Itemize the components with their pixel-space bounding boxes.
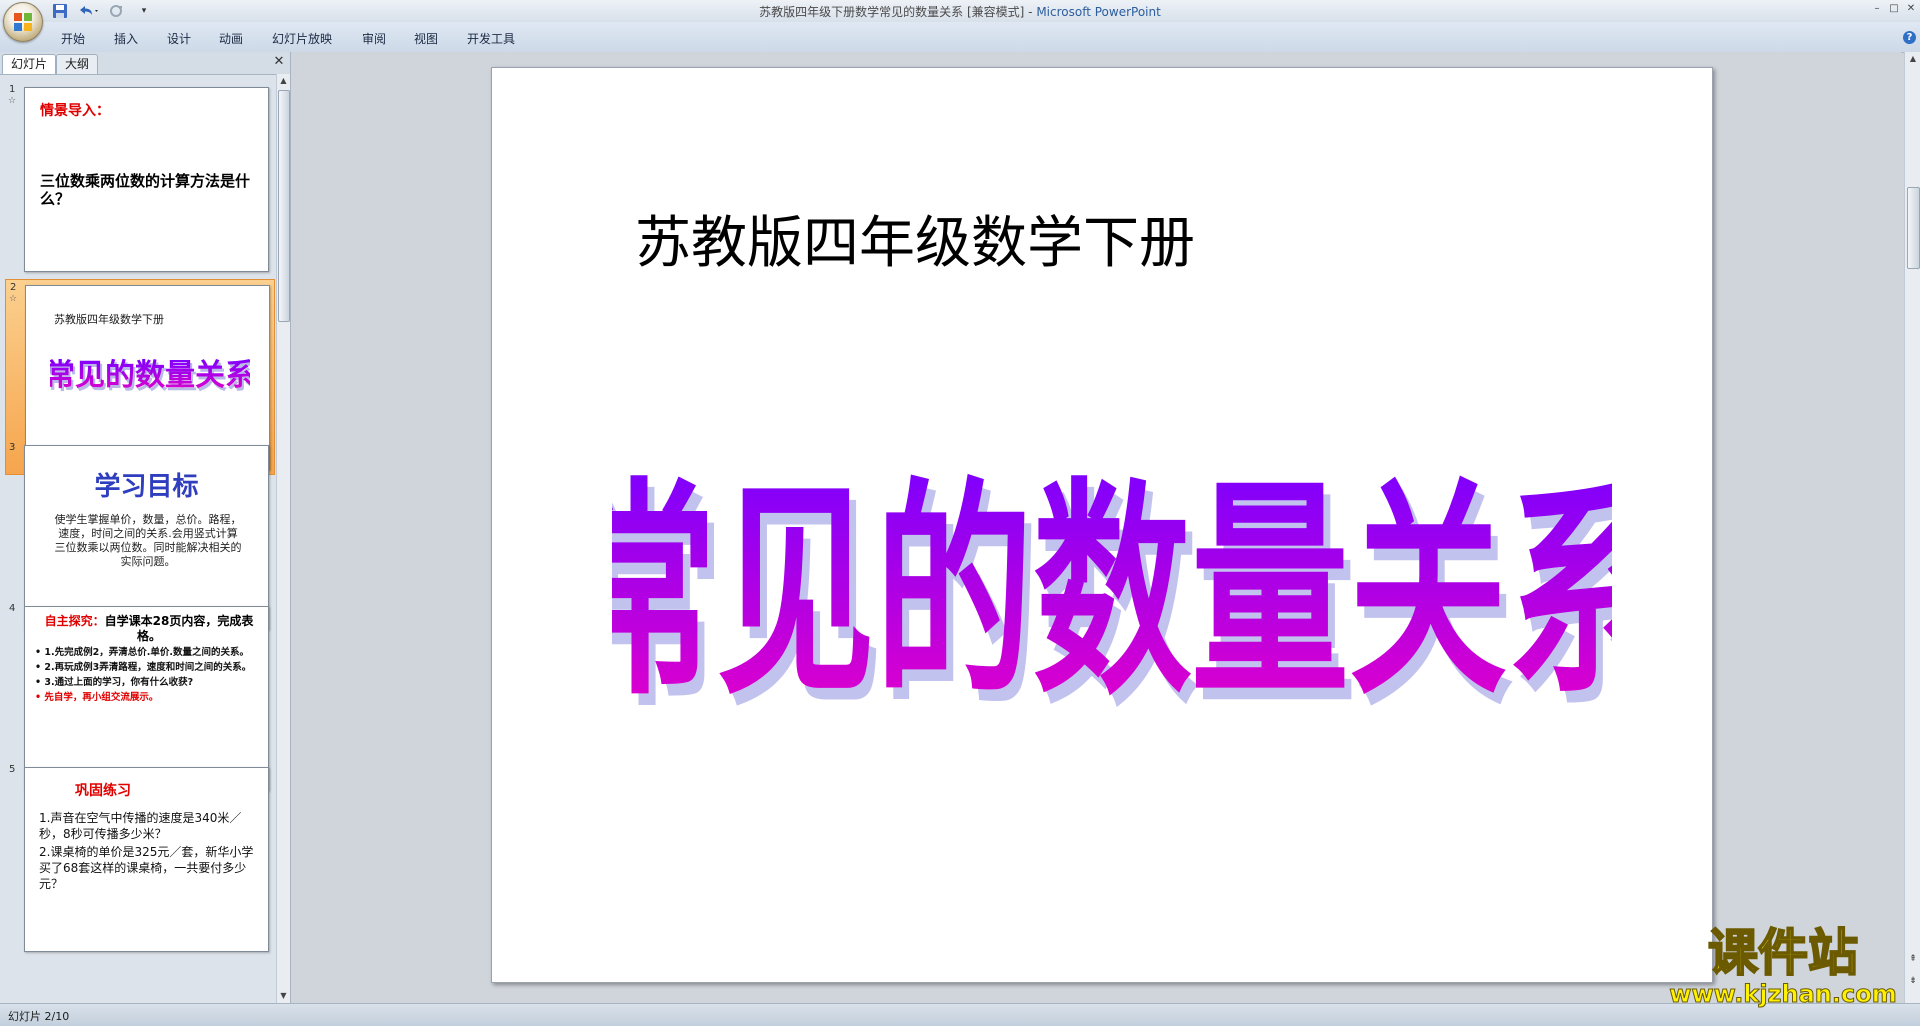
minimize-button[interactable]: –	[1871, 3, 1883, 15]
bullet-text: 先自学，再小组交流展示。	[44, 692, 159, 703]
watermark-logo: 课件站 www.kjzhan.com	[1669, 923, 1897, 1009]
scroll-thumb[interactable]	[278, 90, 290, 322]
title-bar: ▾ 苏教版四年级下册数学常见的数量关系 [兼容模式] - Microsoft P…	[0, 0, 1920, 22]
thumb-heading-black: 自学课本28页内容，完成表格。	[104, 614, 254, 643]
thumb-heading: 巩固练习	[75, 783, 131, 799]
slide-number: 1	[9, 84, 16, 95]
slide-scrollbar[interactable]: ▲ ⇞ ⇟	[1904, 52, 1920, 1003]
maximize-button[interactable]: □	[1888, 3, 1900, 15]
watermark-title: 课件站	[1708, 924, 1858, 982]
thumbnail-canvas: 情景导入： 三位数乘两位数的计算方法是什么？	[24, 87, 269, 272]
thumb-body: 三位数乘两位数的计算方法是什么？	[40, 172, 251, 208]
tab-view[interactable]: 视图	[414, 30, 438, 47]
tab-slideshow[interactable]: 幻灯片放映	[272, 30, 332, 47]
document-title: 苏教版四年级下册数学常见的数量关系 [兼容模式] -	[759, 5, 1037, 19]
thumbnail-canvas: 巩固练习 1.声音在空气中传播的速度是340米／秒，8秒可传播多少米？ 2.课桌…	[24, 767, 269, 952]
status-bar: 幻灯片 2/10	[0, 1003, 1920, 1026]
thumb-heading: 学习目标	[94, 472, 199, 502]
thumb-items: 1.声音在空气中传播的速度是340米／秒，8秒可传播多少米？ 2.课桌椅的单价是…	[39, 810, 259, 892]
help-icon[interactable]: ?	[1903, 31, 1916, 44]
thumb-bullet: • 1.先完成例2，弄清总价.单价.数量之间的关系。	[35, 647, 249, 658]
thumb-bullet: • 2.再玩成例3弄清路程，速度和时间之间的关系。	[35, 662, 252, 673]
thumb-heading: 情景导入：	[40, 103, 110, 119]
ribbon: 开始 插入 设计 动画 幻灯片放映 审阅 视图 开发工具 ?	[0, 22, 1920, 53]
thumb-item: 1.声音在空气中传播的速度是340米／秒，8秒可传播多少米？	[39, 811, 242, 841]
bullet-text: 2.再玩成例3弄清路程，速度和时间之间的关系。	[44, 662, 252, 673]
tab-review[interactable]: 审阅	[362, 30, 386, 47]
thumb-item: 2.课桌椅的单价是325元／套，新华小学买了68套这样的课桌椅，一共要付多少元？	[39, 845, 254, 891]
office-logo-icon	[14, 13, 32, 31]
pane-scrollbar[interactable]: ▲ ▼	[276, 74, 290, 1003]
window-title: 苏教版四年级下册数学常见的数量关系 [兼容模式] - Microsoft Pow…	[0, 3, 1920, 20]
tab-animations[interactable]: 动画	[219, 30, 243, 47]
bullet-text: 3.通过上面的学习，你有什么收获?	[44, 677, 194, 688]
slide-wordart[interactable]: 常见的数量关系 常见的数量关系	[612, 338, 1612, 758]
tab-developer[interactable]: 开发工具	[467, 30, 515, 47]
previous-slide-icon[interactable]: ⇞	[1905, 952, 1920, 966]
close-pane-icon[interactable]: ✕	[272, 55, 286, 69]
slides-pane: 幻灯片 大纲 ✕ 1 ☆ 情景导入： 三位数乘两位数的计算方法是什么？ 2 ☆ …	[0, 52, 291, 1003]
pane-tabs: 幻灯片 大纲 ✕	[0, 52, 290, 75]
thumb-body: 使学生掌握单价，数量，总价。路程，速度，时间之间的关系.会用竖式计算三位数乘以两…	[54, 513, 242, 568]
slide-subtitle[interactable]: 苏教版四年级数学下册	[635, 198, 1195, 279]
thumb-wordart: 常见的数量关系 常见的数量关系	[50, 358, 250, 396]
slide-number: 4	[9, 603, 16, 614]
slide-canvas[interactable]: 苏教版四年级数学下册 常见的数量关系 常见的数量关系	[491, 67, 1713, 983]
tab-outline[interactable]: 大纲	[56, 54, 99, 74]
slide-number: 3	[9, 442, 16, 453]
scroll-thumb[interactable]	[1907, 187, 1920, 269]
scroll-down-icon[interactable]: ▼	[277, 989, 290, 1003]
thumb-heading: 自主探究：自学课本28页内容，完成表格。	[39, 614, 259, 644]
thumb-wordart-text: 常见的数量关系	[50, 358, 250, 393]
wordart-text: 常见的数量关系	[612, 460, 1612, 727]
thumb-heading-red: 自主探究：	[44, 614, 105, 628]
bullet-text: 1.先完成例2，弄清总价.单价.数量之间的关系。	[44, 647, 249, 658]
app-name: Microsoft PowerPoint	[1036, 5, 1161, 19]
animation-star-icon: ☆	[9, 294, 18, 304]
thumb-bullet: • 3.通过上面的学习，你有什么收获?	[35, 677, 194, 688]
watermark-url: www.kjzhan.com	[1669, 980, 1896, 1008]
close-button[interactable]: ✕	[1905, 3, 1917, 15]
thumb-bullet: • 先自学，再小组交流展示。	[35, 692, 159, 703]
scroll-up-icon[interactable]: ▲	[1905, 52, 1920, 66]
tab-slides[interactable]: 幻灯片	[2, 54, 57, 74]
slide-counter: 幻灯片 2/10	[8, 1010, 70, 1023]
slide-number: 2	[10, 282, 17, 293]
slide-thumbnail-5[interactable]: 5 巩固练习 1.声音在空气中传播的速度是340米／秒，8秒可传播多少米？ 2.…	[5, 762, 273, 956]
thumb-bullets: • 1.先完成例2，弄清总价.单价.数量之间的关系。 • 2.再玩成例3弄清路程…	[35, 647, 260, 704]
animation-star-icon: ☆	[8, 96, 17, 106]
thumb-subtitle: 苏教版四年级数学下册	[54, 313, 164, 326]
scroll-up-icon[interactable]: ▲	[277, 74, 290, 88]
tab-design[interactable]: 设计	[167, 30, 191, 47]
tab-insert[interactable]: 插入	[114, 30, 138, 47]
tab-home[interactable]: 开始	[61, 30, 85, 47]
next-slide-icon[interactable]: ⇟	[1905, 974, 1920, 988]
slide-number: 5	[9, 764, 16, 775]
slide-thumbnail-1[interactable]: 1 ☆ 情景导入： 三位数乘两位数的计算方法是什么？	[5, 82, 273, 276]
office-button[interactable]	[3, 2, 43, 42]
